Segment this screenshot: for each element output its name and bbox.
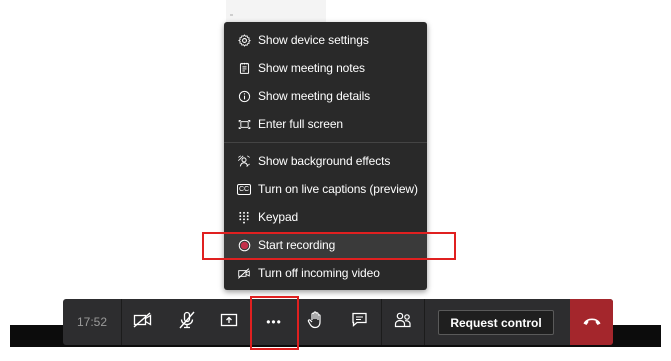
camera-toggle-button[interactable] xyxy=(129,299,157,345)
hang-up-icon xyxy=(582,313,602,331)
background-line xyxy=(230,14,233,16)
menu-item-start-recording[interactable]: Start recording xyxy=(224,232,427,258)
request-control-button[interactable]: Request control xyxy=(438,310,554,335)
notes-icon xyxy=(237,61,251,75)
call-timer: 17:52 xyxy=(76,315,108,329)
gear-icon xyxy=(237,33,251,47)
menu-item-live-captions[interactable]: CC Turn on live captions (preview) xyxy=(224,176,427,202)
more-actions-button[interactable]: ••• xyxy=(258,299,290,345)
menu-item-meeting-notes[interactable]: Show meeting notes xyxy=(224,55,427,81)
record-icon xyxy=(237,238,251,252)
menu-divider xyxy=(224,142,427,143)
menu-item-label: Enter full screen xyxy=(258,117,344,131)
call-toolbar: 17:52 ••• Request control xyxy=(63,299,613,345)
menu-item-label: Turn off incoming video xyxy=(258,266,380,280)
chat-icon xyxy=(351,311,368,333)
menu-item-label: Start recording xyxy=(258,238,336,252)
camera-off-icon xyxy=(133,311,153,333)
menu-item-keypad[interactable]: Keypad xyxy=(224,204,427,230)
captions-icon-text: CC xyxy=(236,183,252,195)
menu-item-device-settings[interactable]: Show device settings xyxy=(224,27,427,53)
background-effects-icon xyxy=(237,154,251,168)
fullscreen-icon xyxy=(237,117,251,131)
participants-button[interactable] xyxy=(389,299,417,345)
mic-toggle-button[interactable] xyxy=(173,299,201,345)
menu-item-incoming-video[interactable]: Turn off incoming video xyxy=(224,260,427,286)
participants-icon xyxy=(394,311,412,333)
menu-item-meeting-details[interactable]: Show meeting details xyxy=(224,83,427,109)
raise-hand-button[interactable] xyxy=(301,299,329,345)
toolbar-divider xyxy=(381,299,382,345)
raise-hand-icon xyxy=(307,310,323,334)
share-screen-icon xyxy=(220,312,238,333)
captions-icon: CC xyxy=(236,182,252,196)
info-icon xyxy=(237,89,251,103)
toolbar-divider xyxy=(424,299,425,345)
menu-item-label: Show meeting notes xyxy=(258,61,365,75)
menu-item-label: Keypad xyxy=(258,210,299,224)
menu-item-label: Show background effects xyxy=(258,154,391,168)
more-actions-menu: Show device settings Show meeting notes … xyxy=(224,22,427,290)
keypad-icon xyxy=(237,210,251,224)
menu-item-background-effects[interactable]: Show background effects xyxy=(224,148,427,174)
menu-item-label: Show device settings xyxy=(258,33,369,47)
mic-off-icon xyxy=(178,311,196,334)
menu-item-full-screen[interactable]: Enter full screen xyxy=(224,111,427,137)
video-off-icon xyxy=(237,266,251,280)
chat-button[interactable] xyxy=(345,299,373,345)
menu-item-label: Show meeting details xyxy=(258,89,371,103)
menu-item-label: Turn on live captions (preview) xyxy=(258,182,418,196)
share-screen-button[interactable] xyxy=(215,299,243,345)
toolbar-divider xyxy=(121,299,122,345)
hang-up-button[interactable] xyxy=(570,299,613,345)
